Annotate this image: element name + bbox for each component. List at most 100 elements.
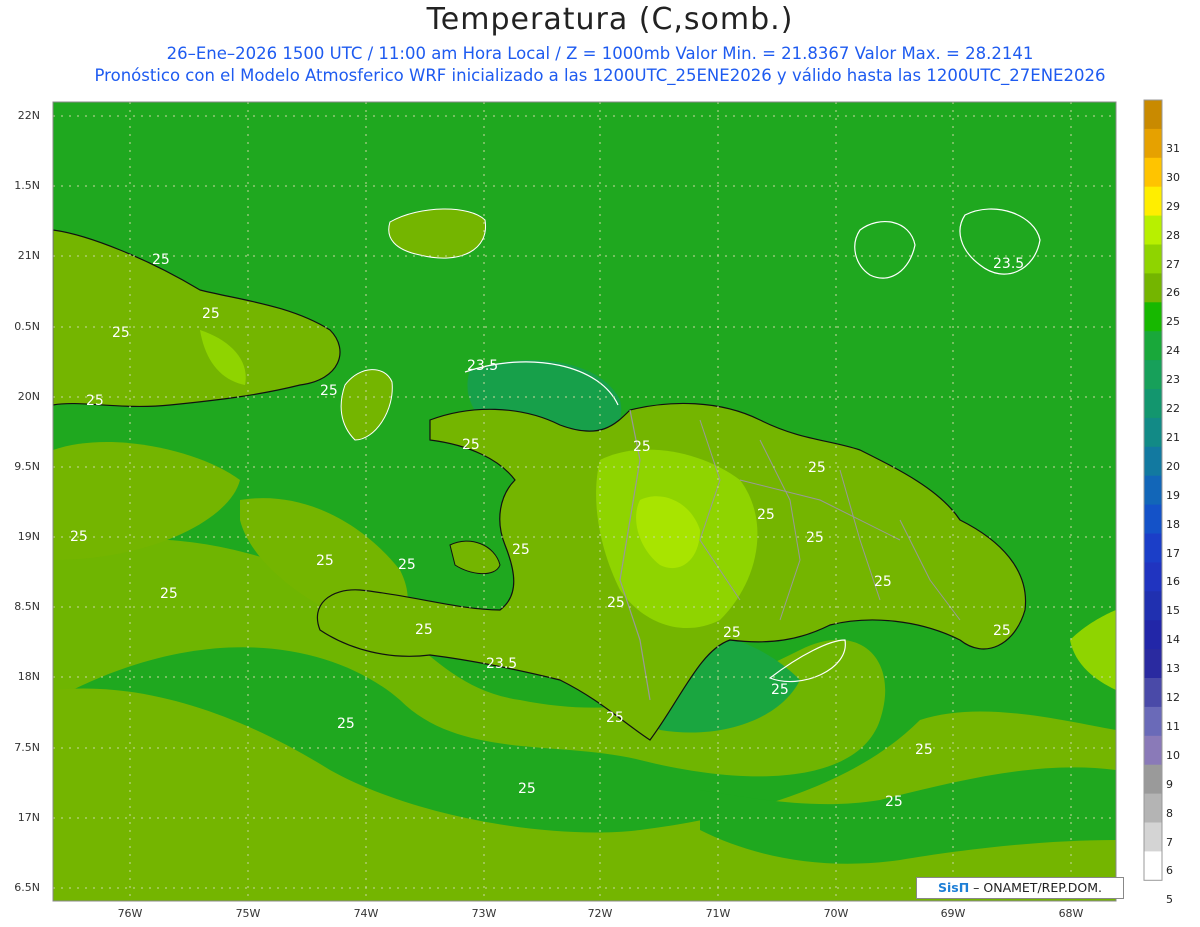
contour-label: 25 — [915, 742, 933, 758]
colorbar-swatch — [1144, 620, 1162, 650]
lat-label: 22N — [17, 109, 40, 122]
colorbar-swatch — [1144, 273, 1162, 303]
colorbar-label: 7 — [1166, 836, 1173, 849]
lat-label: 19N — [17, 530, 40, 543]
colorbar-swatch — [1144, 446, 1162, 477]
map-canvas: 25 25 25 25 25 23.5 25 25 23.5 25 25 25 25 25 25 25 25 25… — [52, 99, 1163, 902]
colorbar-swatch — [1144, 157, 1162, 188]
lat-label: 17N — [17, 811, 40, 824]
contour-label: 25 — [320, 383, 338, 399]
lat-label: 9.5N — [14, 460, 40, 473]
contour-label: 25 — [806, 530, 824, 546]
lat-label: 20N — [17, 390, 40, 403]
contour-label: 25 — [723, 625, 741, 641]
colorbar-swatch — [1144, 793, 1162, 823]
contour-label: 25 — [607, 595, 625, 611]
colorbar-swatch — [1144, 764, 1162, 795]
contour-label: 25 — [86, 393, 104, 409]
colorbar-swatch — [1144, 360, 1162, 390]
lat-label: 6.5N — [14, 881, 40, 894]
colorbar-label: 19 — [1166, 489, 1180, 502]
contour-label: 25 — [316, 553, 334, 569]
lat-label: 7.5N — [14, 741, 40, 754]
colorbar-swatch — [1144, 562, 1162, 592]
lon-label: 69W — [940, 907, 966, 920]
colorbar-label: 18 — [1166, 518, 1180, 531]
contour-label: 25 — [512, 542, 530, 558]
lat-label: 8.5N — [14, 600, 40, 613]
contour-label: 25 — [633, 439, 651, 455]
contour-label: 25 — [993, 623, 1011, 639]
contour-label: 23.5 — [467, 358, 498, 374]
lat-label: 0.5N — [14, 320, 40, 333]
lon-label: 75W — [235, 907, 261, 920]
colorbar-swatch — [1144, 186, 1162, 217]
colorbar-swatch — [1144, 649, 1162, 679]
colorbar-swatch — [1144, 389, 1162, 419]
colorbar-label: 15 — [1166, 604, 1180, 617]
colorbar-swatch — [1144, 244, 1162, 274]
colorbar-swatch — [1144, 706, 1162, 737]
contour-label: 25 — [885, 794, 903, 810]
map-figure: Temperatura (C,somb.) 26–Ene–2026 1500 U… — [0, 0, 1200, 927]
colorbar-label: 31 — [1166, 142, 1180, 155]
contour-label: 25 — [771, 682, 789, 698]
contour-label: 25 — [398, 557, 416, 573]
contour-label: 25 — [112, 325, 130, 341]
colorbar-swatch — [1144, 302, 1162, 332]
colorbar-label: 21 — [1166, 431, 1180, 444]
colorbar-swatch — [1144, 533, 1162, 563]
colorbar-swatch — [1144, 591, 1162, 621]
contour-label: 25 — [70, 529, 88, 545]
colorbar-swatch — [1144, 851, 1162, 881]
credit-box: SisΠ – ONAMET/REP.DOM. — [916, 877, 1124, 899]
contour-label: 25 — [152, 252, 170, 268]
contour-label: 25 — [808, 460, 826, 476]
colorbar-label: 11 — [1166, 720, 1180, 733]
colorbar-swatch — [1144, 475, 1162, 506]
lon-label: 70W — [823, 907, 849, 920]
colorbar-swatch — [1144, 331, 1162, 361]
sispi-logo: SisΠ — [937, 880, 970, 895]
contour-label: 23.5 — [993, 256, 1024, 272]
lat-label: 18N — [17, 670, 40, 683]
lon-label: 73W — [471, 907, 497, 920]
colorbar-label: 6 — [1166, 864, 1173, 877]
colorbar-label: 14 — [1166, 633, 1180, 646]
colorbar-label: 25 — [1166, 315, 1180, 328]
contour-label: 25 — [462, 437, 480, 453]
contour-label: 25 — [606, 710, 624, 726]
lat-label: 21N — [17, 249, 40, 262]
colorbar-swatch — [1144, 128, 1162, 159]
lon-label: 74W — [353, 907, 379, 920]
colorbar-label: 27 — [1166, 258, 1180, 271]
colorbar-label: 29 — [1166, 200, 1180, 213]
contour-label: 23.5 — [486, 656, 517, 672]
colorbar-swatch — [1144, 735, 1162, 766]
colorbar-label: 5 — [1166, 893, 1173, 906]
colorbar-label: 16 — [1166, 575, 1180, 588]
colorbar-swatch — [1144, 822, 1162, 852]
colorbar-swatch — [1144, 678, 1162, 708]
contour-label: 25 — [202, 306, 220, 322]
contour-label: 25 — [757, 507, 775, 523]
lon-label: 68W — [1058, 907, 1084, 920]
contour-label: 25 — [337, 716, 355, 732]
contour-label: 25 — [874, 574, 892, 590]
colorbar-label: 22 — [1166, 402, 1180, 415]
lon-label: 72W — [587, 907, 613, 920]
credit-text: – ONAMET/REP.DOM. — [973, 880, 1103, 895]
colorbar-label: 10 — [1166, 749, 1180, 762]
colorbar-label: 17 — [1166, 547, 1180, 560]
colorbar-swatch — [1144, 504, 1162, 534]
contour-label: 25 — [415, 622, 433, 638]
colorbar-label: 26 — [1166, 286, 1180, 299]
colorbar-label: 12 — [1166, 691, 1180, 704]
colorbar-label: 9 — [1166, 778, 1173, 791]
colorbar-swatch — [1144, 417, 1162, 448]
contour-label: 25 — [518, 781, 536, 797]
colorbar — [1143, 99, 1163, 881]
colorbar-label: 20 — [1166, 460, 1180, 473]
colorbar-label: 24 — [1166, 344, 1180, 357]
colorbar-swatch — [1144, 100, 1162, 130]
